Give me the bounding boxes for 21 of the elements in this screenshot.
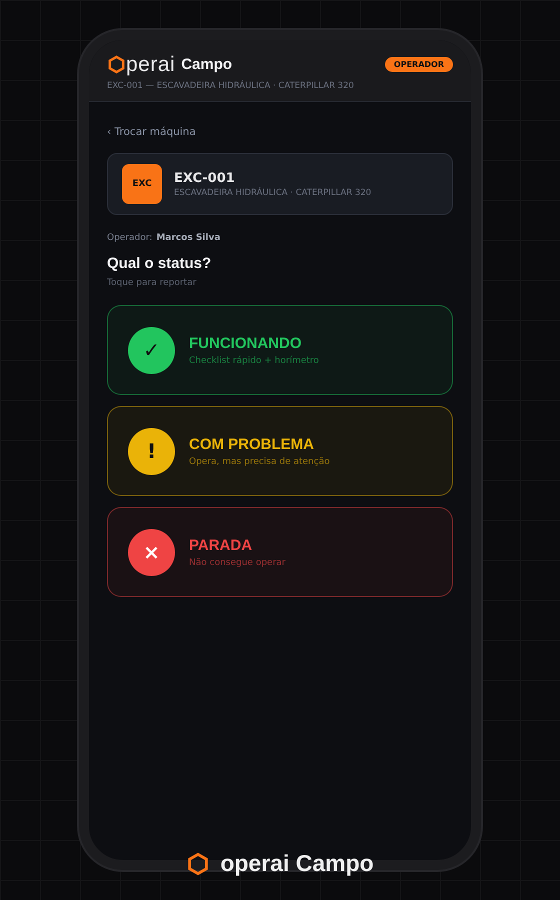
machine-description: ESCAVADEIRA HIDRÁULICA · CATERPILLAR 320 <box>174 188 372 198</box>
status-icon: × <box>128 528 175 576</box>
footer-brand: operai Campo <box>220 850 374 877</box>
machine-subtitle: EXC-001 — ESCAVADEIRA HIDRÁULICA · CATERPILLAR 320 <box>107 81 355 91</box>
hexagon-logo-icon <box>107 55 126 74</box>
machine-type-badge: EXC <box>122 164 162 204</box>
status-icon: ✓ <box>128 326 175 374</box>
machine-code: EXC-001 <box>174 170 236 186</box>
operator-label: Operador: <box>107 233 152 243</box>
hexagon-logo-icon <box>186 852 210 876</box>
operator-name: Marcos Silva <box>156 233 220 243</box>
status-option-button[interactable]: ! COM PROBLEMA Opera, mas precisa de atenção <box>107 406 453 496</box>
question-title: Qual o status? <box>107 255 212 272</box>
logo-text: perai <box>126 54 176 75</box>
status-icon: ! <box>128 428 175 474</box>
hint-text: Toque para reportar <box>107 278 198 288</box>
product-name: Campo <box>181 56 232 73</box>
back-link[interactable]: ‹ Trocar máquina <box>107 126 453 138</box>
status-option-button[interactable]: ✓ FUNCIONANDO Checklist rápido + horímetro <box>107 305 453 395</box>
role-badge: OPERADOR <box>384 57 453 72</box>
status-option-button[interactable]: × PARADA Não consegue operar <box>107 507 453 597</box>
